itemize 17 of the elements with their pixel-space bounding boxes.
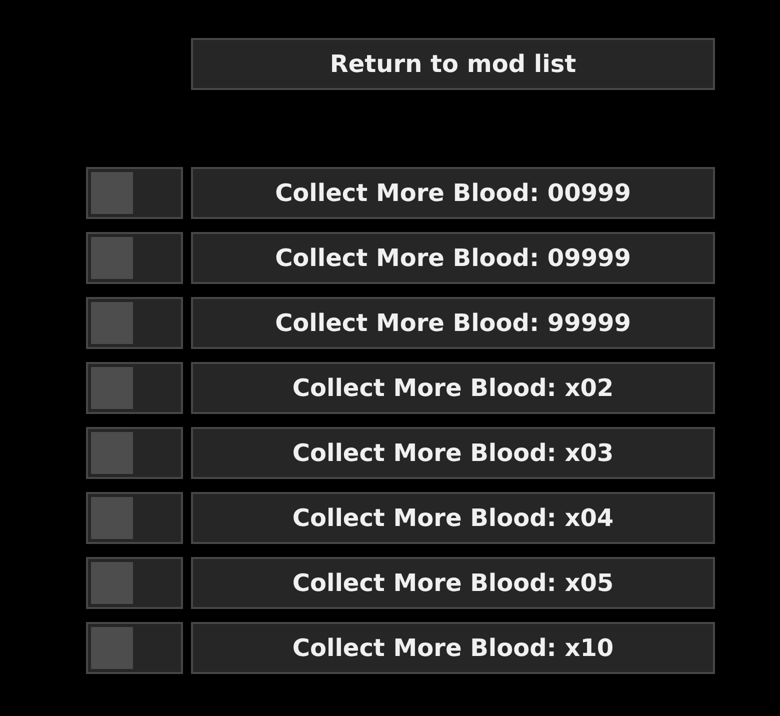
return-button[interactable]: Return to mod list [191,38,715,90]
mod-button[interactable]: Collect More Blood: x02 [191,362,715,414]
mod-button[interactable]: Collect More Blood: 99999 [191,297,715,349]
toggle-switch[interactable] [86,622,183,674]
mod-button[interactable]: Collect More Blood: x05 [191,557,715,609]
mod-button[interactable]: Collect More Blood: x10 [191,622,715,674]
toggle-switch[interactable] [86,167,183,219]
mod-button[interactable]: Collect More Blood: 09999 [191,232,715,284]
toggle-switch[interactable] [86,232,183,284]
toggle-switch[interactable] [86,362,183,414]
toggle-switch[interactable] [86,492,183,544]
toggle-switch[interactable] [86,557,183,609]
mod-button[interactable]: Collect More Blood: 00999 [191,167,715,219]
mod-button[interactable]: Collect More Blood: x04 [191,492,715,544]
toggle-switch[interactable] [86,427,183,479]
mod-button[interactable]: Collect More Blood: x03 [191,427,715,479]
toggle-switch[interactable] [86,297,183,349]
